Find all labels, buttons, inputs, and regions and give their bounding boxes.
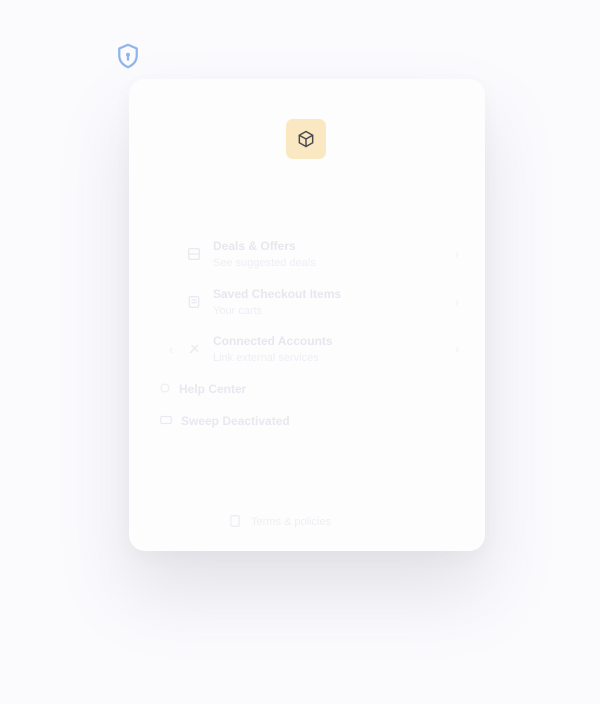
- sweep-icon: [159, 414, 173, 429]
- help-center-label: Help Center: [179, 382, 247, 396]
- help-icon: [159, 382, 171, 397]
- sweep-deactivated-link[interactable]: Sweep Deactivated: [159, 410, 290, 432]
- footer-label: Terms & policies: [251, 516, 332, 528]
- tag-icon: [183, 243, 205, 265]
- chevron-right-icon: ›: [455, 295, 459, 309]
- menu-item-title: Connected Accounts: [213, 334, 333, 348]
- footer-link[interactable]: Terms & policies: [229, 511, 331, 533]
- link-icon: [183, 338, 205, 360]
- menu-card: Deals & Offers See suggested deals › Sav…: [129, 79, 485, 551]
- menu-item-subtitle: Your carts: [213, 305, 263, 317]
- document-icon: [229, 514, 241, 531]
- chevron-left-icon: ‹: [168, 341, 174, 357]
- chevron-right-icon: ›: [455, 247, 459, 261]
- help-center-link[interactable]: Help Center: [159, 378, 246, 400]
- menu-item-title: Saved Checkout Items: [213, 287, 342, 301]
- chevron-right-icon: ›: [455, 342, 459, 356]
- page: Deals & Offers See suggested deals › Sav…: [0, 0, 600, 704]
- menu-item-subtitle: Link external services: [213, 352, 319, 364]
- sweep-deactivated-label: Sweep Deactivated: [181, 414, 290, 428]
- menu-item-title: Deals & Offers: [213, 239, 296, 253]
- cart-icon: [183, 291, 205, 313]
- menu-item-deals[interactable]: Deals & Offers See suggested deals ›: [159, 234, 459, 274]
- shield-lock-icon[interactable]: [108, 36, 148, 76]
- menu-item-saved[interactable]: Saved Checkout Items Your carts ›: [159, 282, 459, 322]
- cube-icon[interactable]: [286, 119, 326, 159]
- menu-item-subtitle: See suggested deals: [213, 257, 316, 269]
- menu-item-connected[interactable]: ‹ Connected Accounts Link external servi…: [159, 329, 459, 369]
